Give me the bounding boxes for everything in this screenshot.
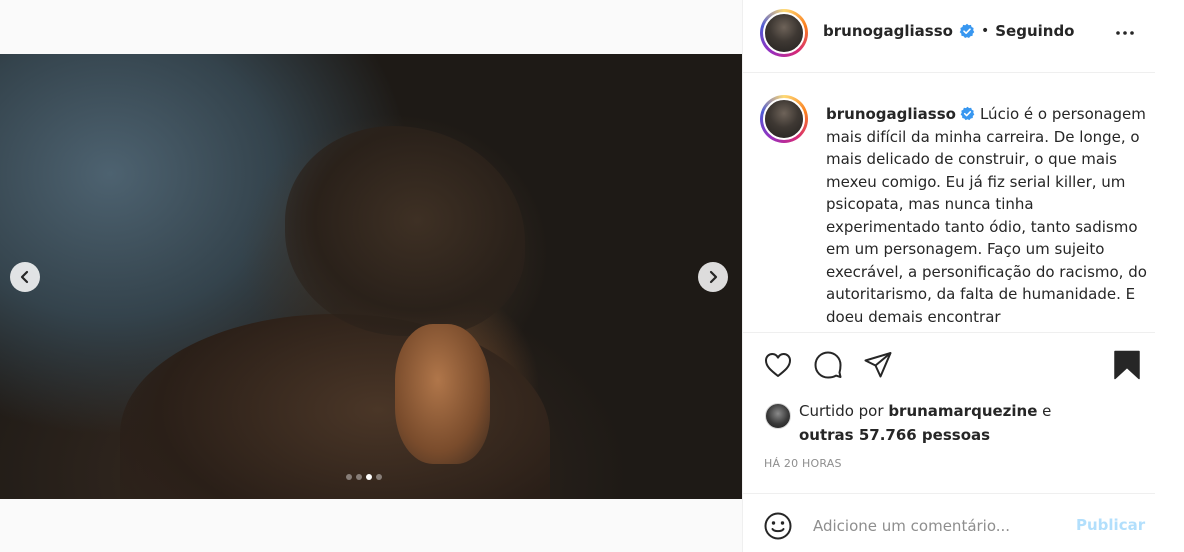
paper-plane-icon (864, 352, 892, 378)
author-avatar-image (763, 12, 805, 54)
carousel-dot (356, 474, 362, 480)
post-side-panel: brunogagliasso • Seguindo brunogagliasso… (742, 0, 1156, 552)
likes-line-1: Curtido por brunamarquezine e (799, 400, 1051, 422)
photo-hair-region (285, 126, 525, 336)
chevron-right-icon (709, 270, 718, 284)
heart-icon (765, 353, 791, 377)
like-button[interactable] (761, 348, 795, 382)
caption-author-avatar[interactable] (760, 95, 808, 143)
carousel-next-button[interactable] (698, 262, 728, 292)
publish-button[interactable]: Publicar (1076, 516, 1145, 534)
header-separator: • (980, 23, 990, 39)
emoji-smile-icon[interactable] (763, 511, 793, 541)
likes-others-link[interactable]: outras 57.766 pessoas (799, 424, 990, 446)
post-header: brunogagliasso • Seguindo (743, 0, 1156, 73)
chevron-left-icon (20, 270, 29, 284)
action-bar (743, 345, 1156, 387)
carousel-dot (346, 474, 352, 480)
likes-conjunction: e (1042, 402, 1052, 420)
verified-badge-icon (959, 23, 975, 38)
comment-button[interactable] (811, 348, 845, 382)
liker-username[interactable]: brunamarquezine (888, 402, 1037, 420)
verified-badge-icon (960, 106, 975, 121)
caption-section: brunogagliasso Lúcio é o personagem mais… (743, 73, 1156, 333)
carousel-indicator (346, 474, 382, 480)
caption-body: Lúcio é o personagem mais difícil da min… (826, 105, 1147, 326)
more-options-button[interactable] (1113, 18, 1137, 48)
instagram-post-view: brunogagliasso • Seguindo brunogagliasso… (0, 0, 1184, 552)
author-username[interactable]: brunogagliasso (823, 22, 953, 40)
photo-hand-region (395, 324, 490, 464)
header-user-row: brunogagliasso • Seguindo (823, 22, 1075, 40)
comment-input[interactable] (813, 512, 1063, 540)
carousel-dot (376, 474, 382, 480)
right-gutter (1155, 0, 1184, 552)
caption-text: brunogagliasso Lúcio é o personagem mais… (826, 103, 1148, 328)
comment-composer: Publicar (743, 493, 1156, 552)
author-avatar[interactable] (760, 9, 808, 57)
likes-prefix: Curtido por (799, 402, 884, 420)
caption-username[interactable]: brunogagliasso (826, 105, 956, 123)
media-column (0, 0, 742, 552)
share-button[interactable] (861, 348, 895, 382)
more-horizontal-icon (1116, 31, 1134, 35)
carousel-prev-button[interactable] (10, 262, 40, 292)
save-button[interactable] (1110, 348, 1144, 382)
post-photo[interactable] (0, 54, 742, 499)
carousel-dot-active (366, 474, 372, 480)
post-timestamp[interactable]: HÁ 20 HORAS (764, 457, 842, 470)
bookmark-filled-icon (1114, 350, 1140, 380)
caption-author-avatar-image (763, 98, 805, 140)
follow-status-button[interactable]: Seguindo (995, 22, 1074, 40)
liker-avatar[interactable] (765, 403, 791, 429)
comment-bubble-icon (814, 351, 842, 379)
